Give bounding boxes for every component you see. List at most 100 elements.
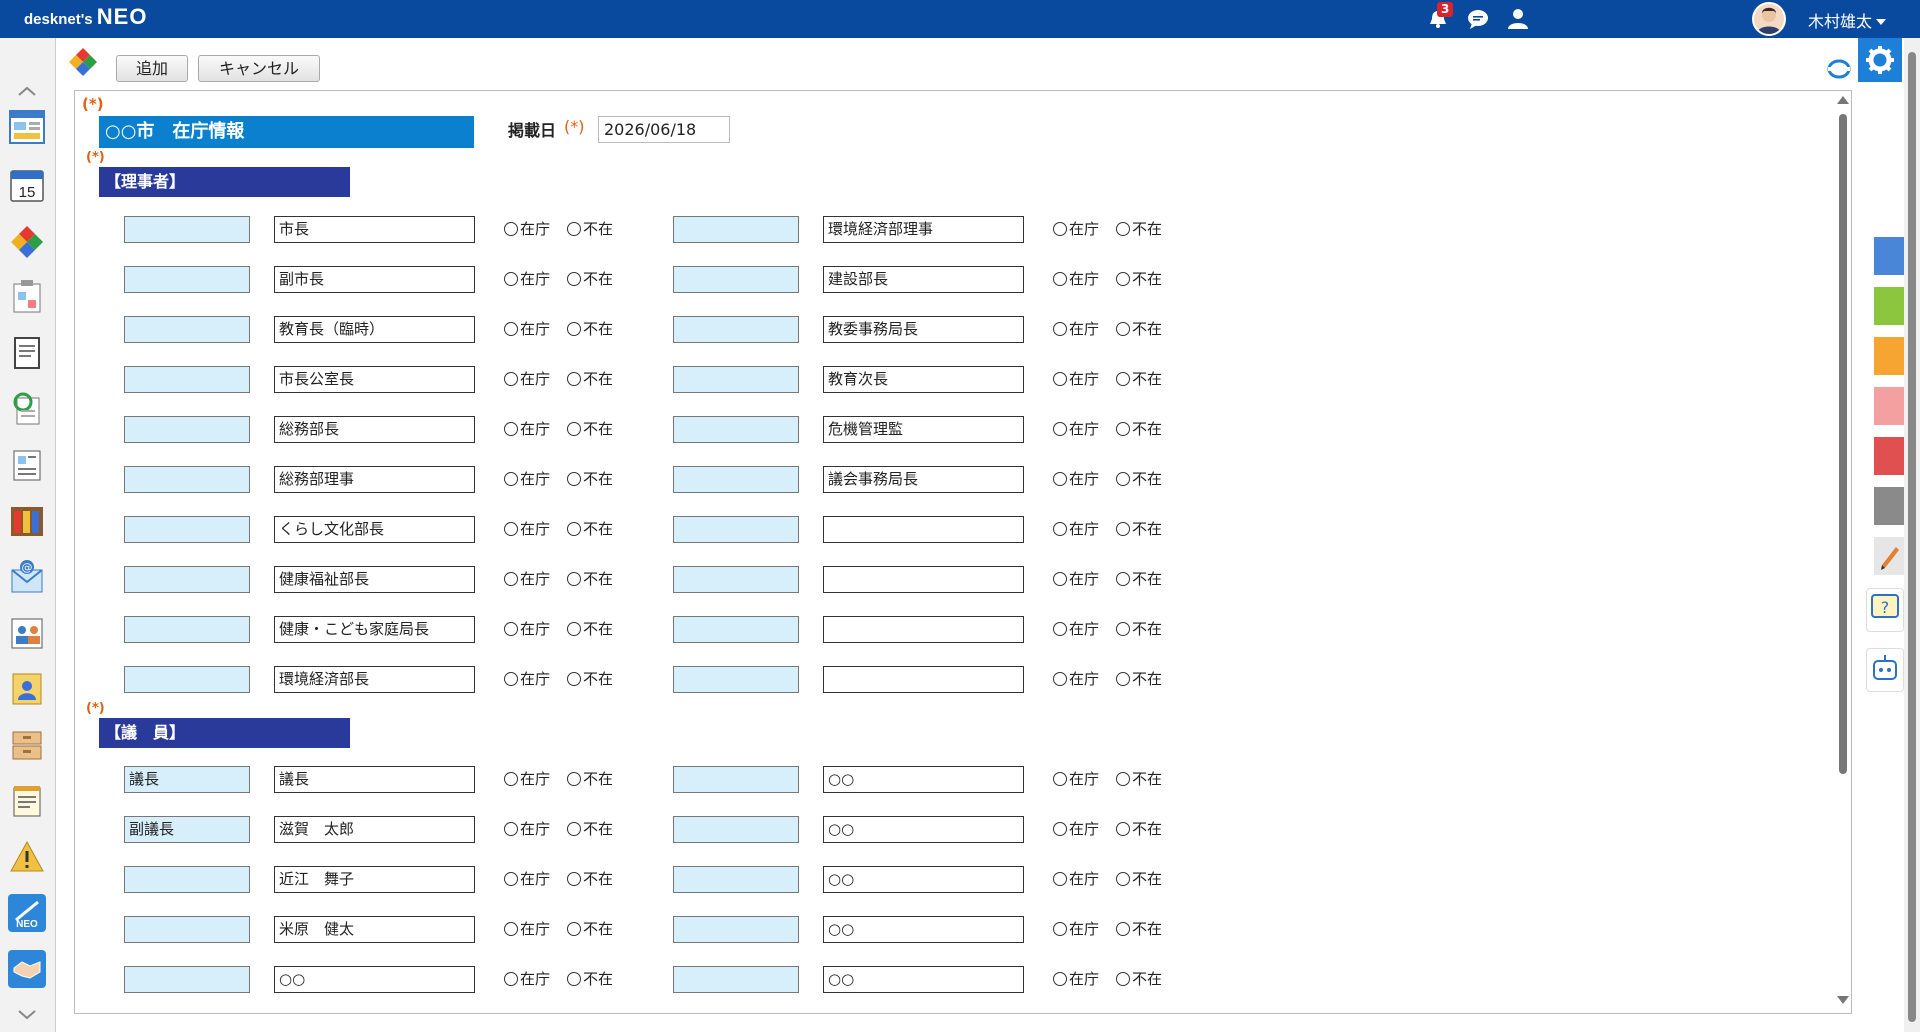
position-field-left[interactable] <box>124 966 250 993</box>
radio-circle-icon[interactable] <box>1053 472 1067 486</box>
name-field-right[interactable]: 危機管理監 <box>823 416 1024 443</box>
name-field-left[interactable]: ○○ <box>274 966 475 993</box>
radio-circle-icon[interactable] <box>1116 972 1130 986</box>
radio-in-right[interactable]: 在庁 <box>1053 419 1099 439</box>
radio-in-left[interactable]: 在庁 <box>504 619 550 639</box>
radio-out-right[interactable]: 不在 <box>1116 419 1162 439</box>
name-field-left[interactable]: 近江 舞子 <box>274 866 475 893</box>
radio-circle-icon[interactable] <box>1053 822 1067 836</box>
position-field-right[interactable] <box>673 266 799 293</box>
position-field-right[interactable] <box>673 766 799 793</box>
radio-in-right[interactable]: 在庁 <box>1053 619 1099 639</box>
radio-circle-icon[interactable] <box>1053 522 1067 536</box>
scroll-down-arrow[interactable] <box>1837 996 1849 1004</box>
blue-tab[interactable] <box>1874 237 1904 275</box>
position-field-left[interactable] <box>124 566 250 593</box>
radio-out-right[interactable]: 不在 <box>1116 769 1162 789</box>
radio-circle-icon[interactable] <box>1116 222 1130 236</box>
radio-circle-icon[interactable] <box>1053 622 1067 636</box>
radio-circle-icon[interactable] <box>567 272 581 286</box>
radio-circle-icon[interactable] <box>1053 772 1067 786</box>
radio-out-left[interactable]: 不在 <box>567 519 613 539</box>
radio-circle-icon[interactable] <box>1116 322 1130 336</box>
position-field-left[interactable] <box>124 366 250 393</box>
radio-circle-icon[interactable] <box>567 822 581 836</box>
help-chat-icon[interactable]: ? <box>1866 588 1904 632</box>
radio-out-left[interactable]: 不在 <box>567 369 613 389</box>
radio-out-right[interactable]: 不在 <box>1116 919 1162 939</box>
name-field-right[interactable]: ○○ <box>823 816 1024 843</box>
radio-circle-icon[interactable] <box>504 822 518 836</box>
radio-circle-icon[interactable] <box>567 422 581 436</box>
radio-circle-icon[interactable] <box>567 672 581 686</box>
name-field-left[interactable]: 健康福祉部長 <box>274 566 475 593</box>
radio-out-right[interactable]: 不在 <box>1116 969 1162 989</box>
radio-circle-icon[interactable] <box>1053 672 1067 686</box>
radio-in-right[interactable]: 在庁 <box>1053 669 1099 689</box>
position-field-right[interactable] <box>673 666 799 693</box>
position-field-right[interactable] <box>673 416 799 443</box>
red-tab[interactable] <box>1874 437 1904 475</box>
name-field-right[interactable]: ○○ <box>823 966 1024 993</box>
radio-circle-icon[interactable] <box>1053 222 1067 236</box>
position-field-right[interactable] <box>673 466 799 493</box>
user-icon[interactable] <box>1506 8 1530 30</box>
page-title[interactable]: ○○市 在庁情報 <box>99 116 474 148</box>
position-field-right[interactable] <box>673 516 799 543</box>
radio-out-right[interactable]: 不在 <box>1116 619 1162 639</box>
radio-circle-icon[interactable] <box>567 222 581 236</box>
radio-in-right[interactable]: 在庁 <box>1053 769 1099 789</box>
position-field-right[interactable] <box>673 866 799 893</box>
radio-out-left[interactable]: 不在 <box>567 419 613 439</box>
name-field-right[interactable] <box>823 616 1024 643</box>
name-field-left[interactable]: 総務部理事 <box>274 466 475 493</box>
radio-circle-icon[interactable] <box>1053 422 1067 436</box>
radio-in-left[interactable]: 在庁 <box>504 919 550 939</box>
user-menu[interactable]: 木村雄太 <box>1808 8 1886 32</box>
radio-out-left[interactable]: 不在 <box>567 319 613 339</box>
position-field-left[interactable] <box>124 516 250 543</box>
radio-out-right[interactable]: 不在 <box>1116 369 1162 389</box>
radio-circle-icon[interactable] <box>1116 672 1130 686</box>
radio-in-left[interactable]: 在庁 <box>504 569 550 589</box>
position-field-left[interactable] <box>124 316 250 343</box>
name-field-right[interactable]: 教育次長 <box>823 366 1024 393</box>
radio-out-left[interactable]: 不在 <box>567 769 613 789</box>
name-field-left[interactable]: 環境経済部長 <box>274 666 475 693</box>
radio-circle-icon[interactable] <box>504 522 518 536</box>
name-field-left[interactable]: 市長公室長 <box>274 366 475 393</box>
radio-circle-icon[interactable] <box>1116 772 1130 786</box>
radio-in-left[interactable]: 在庁 <box>504 669 550 689</box>
radio-in-right[interactable]: 在庁 <box>1053 869 1099 889</box>
date-field[interactable]: 2026/06/18 <box>598 116 730 143</box>
name-field-right[interactable]: 議会事務局長 <box>823 466 1024 493</box>
radio-circle-icon[interactable] <box>567 572 581 586</box>
radio-circle-icon[interactable] <box>567 322 581 336</box>
gray-tab[interactable] <box>1874 487 1904 525</box>
radio-circle-icon[interactable] <box>1116 522 1130 536</box>
radio-in-right[interactable]: 在庁 <box>1053 569 1099 589</box>
radio-in-left[interactable]: 在庁 <box>504 519 550 539</box>
position-field-right[interactable] <box>673 366 799 393</box>
chat-icon[interactable] <box>1466 8 1490 30</box>
radio-out-left[interactable]: 不在 <box>567 969 613 989</box>
radio-circle-icon[interactable] <box>1116 922 1130 936</box>
radio-circle-icon[interactable] <box>567 972 581 986</box>
radio-circle-icon[interactable] <box>504 272 518 286</box>
radio-circle-icon[interactable] <box>1116 822 1130 836</box>
radio-out-left[interactable]: 不在 <box>567 819 613 839</box>
radio-circle-icon[interactable] <box>1116 422 1130 436</box>
radio-in-left[interactable]: 在庁 <box>504 219 550 239</box>
radio-circle-icon[interactable] <box>504 222 518 236</box>
radio-in-left[interactable]: 在庁 <box>504 369 550 389</box>
radio-circle-icon[interactable] <box>1116 872 1130 886</box>
position-field-right[interactable] <box>673 966 799 993</box>
pink-tab[interactable] <box>1874 387 1904 425</box>
position-field-left[interactable] <box>124 416 250 443</box>
position-field-right[interactable] <box>673 616 799 643</box>
radio-circle-icon[interactable] <box>1116 622 1130 636</box>
section-heading[interactable]: 【議 員】 <box>99 718 350 748</box>
name-field-left[interactable]: くらし文化部長 <box>274 516 475 543</box>
position-field-left[interactable] <box>124 866 250 893</box>
position-field-right[interactable] <box>673 216 799 243</box>
